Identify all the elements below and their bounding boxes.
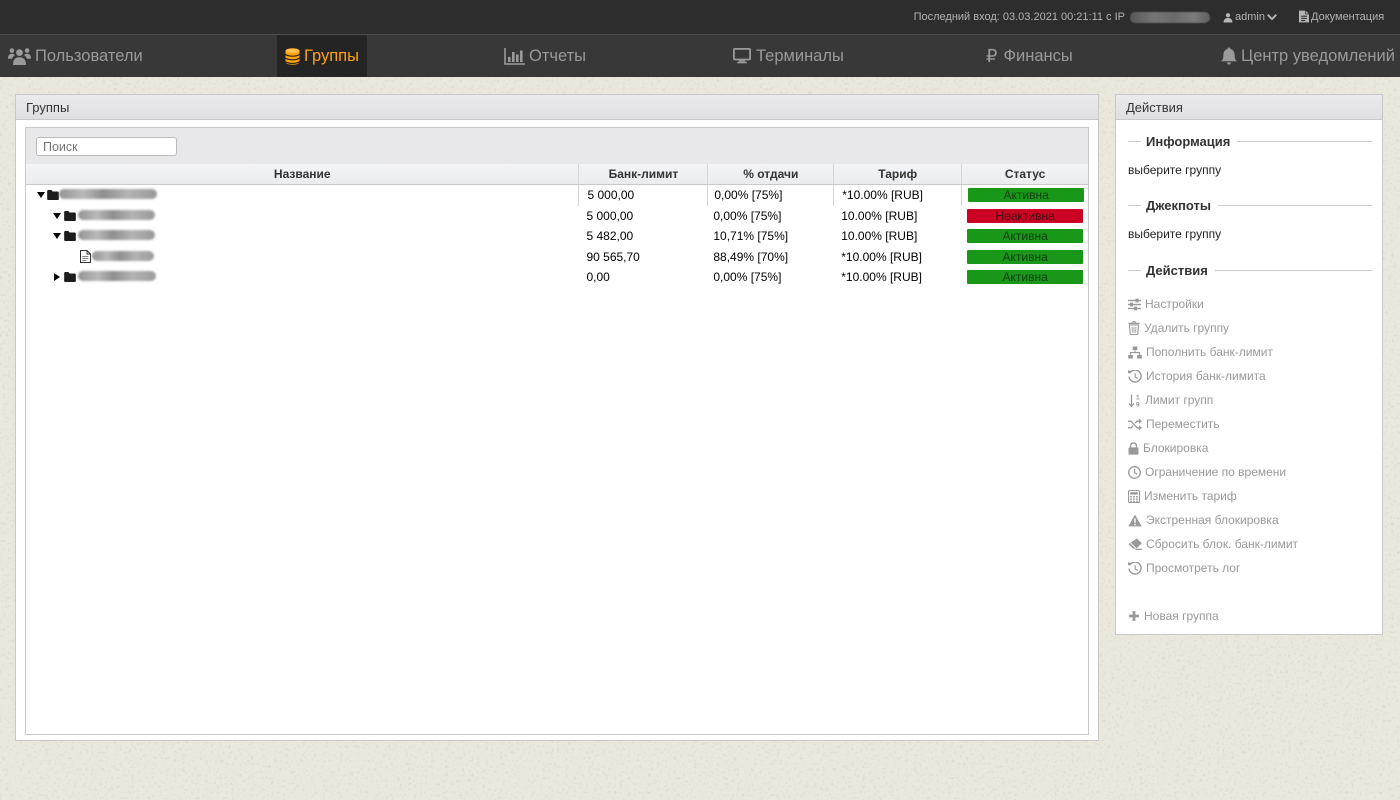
svg-text:9: 9 [1136,401,1140,406]
svg-text:1: 1 [1136,394,1140,401]
